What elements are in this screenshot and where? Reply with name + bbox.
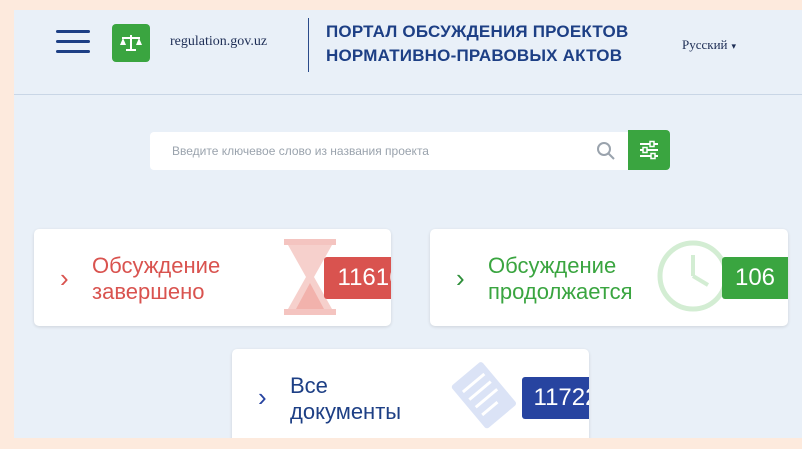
chevron-down-icon: ▾ [731, 41, 737, 51]
filter-sliders-icon [640, 140, 658, 160]
card-completed-label: Обсуждение завершено [92, 253, 220, 305]
card-completed-line2: завершено [92, 279, 205, 304]
card-all-line1: Все [290, 373, 328, 398]
clock-icon [657, 240, 729, 312]
search-box [150, 132, 628, 170]
card-ongoing-line1: Обсуждение [488, 253, 617, 278]
card-ongoing-label: Обсуждение продолжается [488, 253, 633, 305]
search-input[interactable] [150, 132, 592, 170]
card-discussion-ongoing[interactable]: › Обсуждение продолжается 106 [430, 229, 788, 326]
card-completed-line1: Обсуждение [92, 253, 221, 278]
language-label: Русский [682, 37, 728, 52]
language-selector[interactable]: Русский ▾ [682, 37, 736, 53]
site-name[interactable]: regulation.gov.uz [170, 34, 267, 50]
hamburger-icon[interactable] [56, 28, 90, 56]
card-discussion-completed[interactable]: › Обсуждение завершено 11616 [34, 229, 391, 326]
card-all-line2: документы [290, 399, 402, 424]
chevron-right-icon: › [258, 382, 267, 412]
count-badge-completed: 11616 [324, 257, 391, 299]
site-header: regulation.gov.uz ПОРТАЛ ОБСУЖДЕНИЯ ПРОЕ… [14, 10, 802, 95]
card-ongoing-line2: продолжается [488, 279, 633, 304]
portal-frame: regulation.gov.uz ПОРТАЛ ОБСУЖДЕНИЯ ПРОЕ… [14, 10, 802, 438]
chevron-right-icon: › [60, 263, 69, 293]
count-badge-ongoing: 106 [722, 257, 788, 299]
chevron-right-icon: › [456, 263, 465, 293]
card-all-documents[interactable]: › Все документы 11722 [232, 349, 589, 438]
portal-title: ПОРТАЛ ОБСУЖДЕНИЯ ПРОЕКТОВ НОРМАТИВНО-ПР… [326, 20, 676, 68]
document-icon [451, 362, 516, 429]
filter-button[interactable] [628, 130, 670, 170]
count-badge-all: 11722 [522, 377, 589, 419]
portal-title-line1: ПОРТАЛ ОБСУЖДЕНИЯ ПРОЕКТОВ [326, 22, 629, 41]
portal-title-line2: НОРМАТИВНО-ПРАВОВЫХ АКТОВ [326, 46, 623, 65]
search-icon[interactable] [596, 141, 616, 161]
scales-icon[interactable] [112, 24, 150, 62]
header-divider [308, 18, 309, 72]
card-all-label: Все документы [290, 373, 401, 425]
